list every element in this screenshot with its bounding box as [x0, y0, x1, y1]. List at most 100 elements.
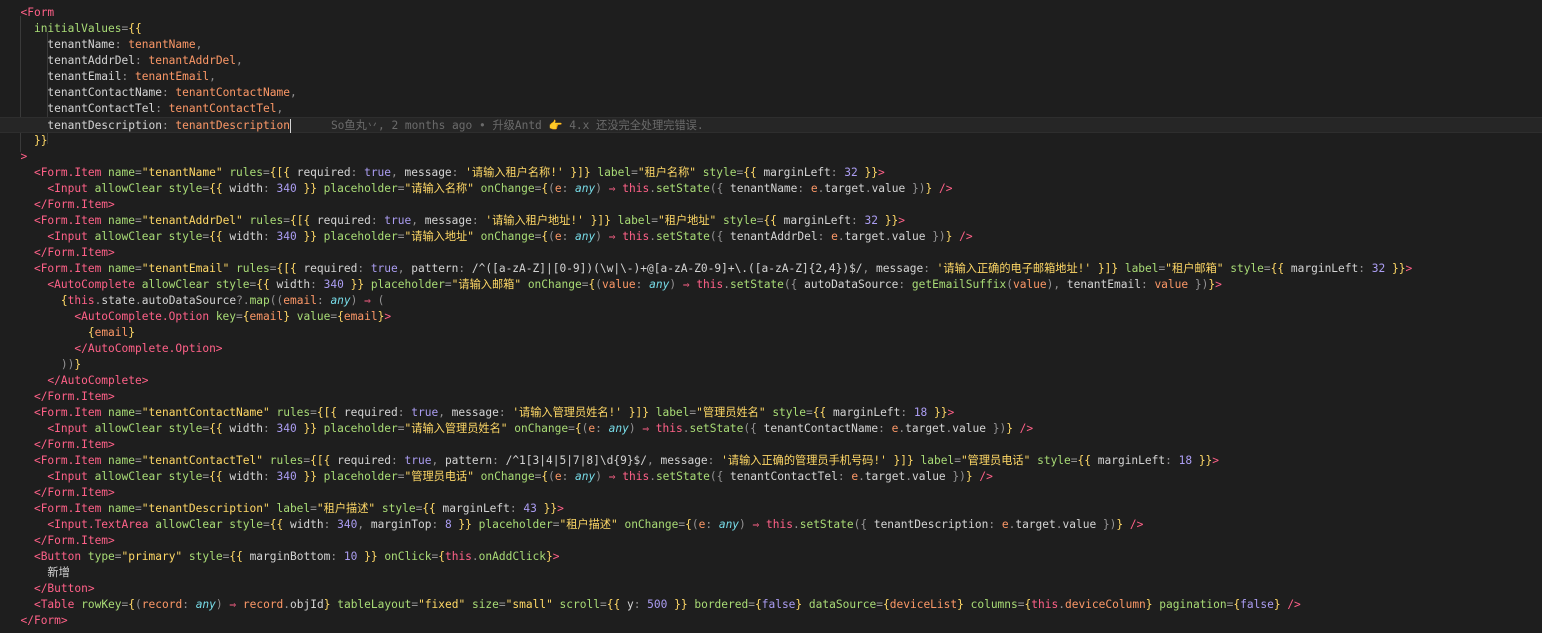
code-token: ⇒: [608, 230, 623, 243]
code-token: map: [249, 294, 270, 307]
code-line[interactable]: <Form.Item name="tenantDescription" labe…: [0, 501, 1542, 517]
code-token: marginLeft: [763, 166, 831, 179]
code-line[interactable]: initialValues={{: [0, 21, 1542, 37]
code-token: :: [837, 470, 852, 483]
code-line[interactable]: </AutoComplete>: [0, 373, 1542, 389]
code-line[interactable]: <Table rowKey={(record: any) ⇒ record.ob…: [0, 597, 1542, 613]
code-token: ,: [397, 262, 412, 275]
code-token: record: [242, 598, 284, 611]
code-token: 8: [444, 518, 459, 531]
code-token: ({: [709, 230, 731, 243]
code-token: width: [229, 182, 264, 195]
code-token: getEmailSuffix: [911, 278, 1007, 291]
code-line[interactable]: </Form.Item>: [0, 485, 1542, 501]
code-token: {{: [209, 470, 230, 483]
code-token: '请输入租户名称!': [465, 166, 571, 179]
code-token: "租户名称": [637, 166, 703, 179]
code-token: (: [595, 278, 602, 291]
code-line[interactable]: tenantName: tenantName,: [0, 37, 1542, 53]
code-line[interactable]: <Form: [0, 5, 1542, 21]
code-token: placeholder: [478, 518, 553, 531]
code-line[interactable]: <Input allowClear style = {{ width: 340 }}…: [0, 469, 1542, 485]
code-line[interactable]: {email}: [0, 325, 1542, 341]
code-token: allowClear: [141, 278, 216, 291]
code-token: =: [444, 278, 452, 291]
code-line[interactable]: <Form.Item name="tenantName" rules={[{ r…: [0, 165, 1542, 181]
code-editor[interactable]: <Form initialValues={{ tenantName: tenan…: [0, 0, 1542, 633]
code-token: "tenantName": [141, 166, 230, 179]
code-token: {[{: [316, 406, 344, 419]
code-line[interactable]: <Form.Item name="tenantAddrDel" rules={[…: [0, 213, 1542, 229]
code-token: /^([a-zA-Z]|[0-9])(\w|\-)+@[a-zA-Z0-9]+\…: [471, 262, 863, 275]
code-line[interactable]: 新增: [0, 565, 1542, 581]
code-token: :: [705, 518, 719, 531]
code-line[interactable]: <Form.Item name="tenantEmail" rules={[{ …: [0, 261, 1542, 277]
code-token: ,: [438, 406, 452, 419]
text-cursor: [289, 119, 291, 133]
code-line[interactable]: >: [0, 149, 1542, 165]
code-token: "租户描述": [559, 518, 625, 531]
code-token: }}: [674, 598, 695, 611]
code-line[interactable]: }}: [0, 133, 1542, 149]
code-token: style: [1037, 454, 1071, 467]
code-token: setState: [799, 518, 854, 531]
code-token: "请输入管理员姓名": [404, 422, 515, 435]
code-token: ): [595, 470, 609, 483]
code-line[interactable]: tenantDescription: tenantDescription So鱼丸…: [0, 117, 1542, 133]
code-line[interactable]: </Form.Item>: [0, 245, 1542, 261]
code-token: "tenantContactTel": [141, 454, 270, 467]
code-token: {[{: [269, 166, 297, 179]
code-token: :: [561, 470, 576, 483]
code-token: {: [87, 326, 95, 339]
code-line[interactable]: </Button>: [0, 581, 1542, 597]
code-line[interactable]: ))}: [0, 357, 1542, 373]
code-line[interactable]: <AutoComplete allowClear style = {{ width:…: [0, 277, 1542, 293]
code-line[interactable]: <Form.Item name="tenantContactName" rule…: [0, 405, 1542, 421]
code-token: }}: [364, 550, 385, 563]
code-line[interactable]: </Form.Item>: [0, 437, 1542, 453]
code-line[interactable]: <AutoComplete.Option key={email} value={…: [0, 309, 1542, 325]
code-token: <Form.Item: [33, 262, 109, 275]
code-line[interactable]: </Form>: [0, 613, 1542, 629]
code-line[interactable]: <Button type="primary" style={{ marginBo…: [0, 549, 1542, 565]
code-token: }}: [303, 470, 324, 483]
code-line[interactable]: </Form.Item>: [0, 389, 1542, 405]
code-token: =: [954, 454, 961, 467]
code-line[interactable]: tenantContactTel: tenantContactTel,: [0, 101, 1542, 117]
code-token: tenantDescription: [873, 518, 989, 531]
code-line[interactable]: </Form.Item>: [0, 197, 1542, 213]
code-line[interactable]: <Input allowClear style = {{ width: 340 }}…: [0, 181, 1542, 197]
code-token: {{: [743, 166, 764, 179]
code-line[interactable]: {this.state.autoDataSource?.map((email: …: [0, 293, 1542, 309]
code-token: 10: [343, 550, 365, 563]
code-token: :: [898, 278, 912, 291]
code-token: required: [316, 214, 371, 227]
code-token: label: [597, 166, 632, 179]
code-token: any: [575, 182, 596, 195]
code-token: }}: [864, 166, 878, 179]
code-token: }: [323, 598, 338, 611]
code-token: rules: [236, 262, 270, 275]
code-token: name: [108, 502, 135, 515]
code-line[interactable]: <Input.TextArea allowClear style={{ widt…: [0, 517, 1542, 533]
code-token: value: [1012, 278, 1047, 291]
code-token: :: [370, 214, 385, 227]
code-line[interactable]: </Form.Item>: [0, 533, 1542, 549]
code-line[interactable]: tenantEmail: tenantEmail,: [0, 69, 1542, 85]
code-token: ): [350, 294, 365, 307]
code-line[interactable]: </AutoComplete.Option>: [0, 341, 1542, 357]
code-line[interactable]: <Form.Item name="tenantContactTel" rules…: [0, 453, 1542, 469]
code-line[interactable]: <Input allowClear style = {{ width: 340 }}…: [0, 421, 1542, 437]
code-token: ({: [709, 182, 731, 195]
code-token: 32: [1371, 262, 1392, 275]
code-line[interactable]: <Input allowClear style = {{ width: 340 }}…: [0, 229, 1542, 245]
code-line[interactable]: tenantContactName: tenantContactName,: [0, 85, 1542, 101]
code-line[interactable]: tenantAddrDel: tenantAddrDel,: [0, 53, 1542, 69]
code-token: width: [229, 230, 264, 243]
code-token: :: [316, 294, 331, 307]
